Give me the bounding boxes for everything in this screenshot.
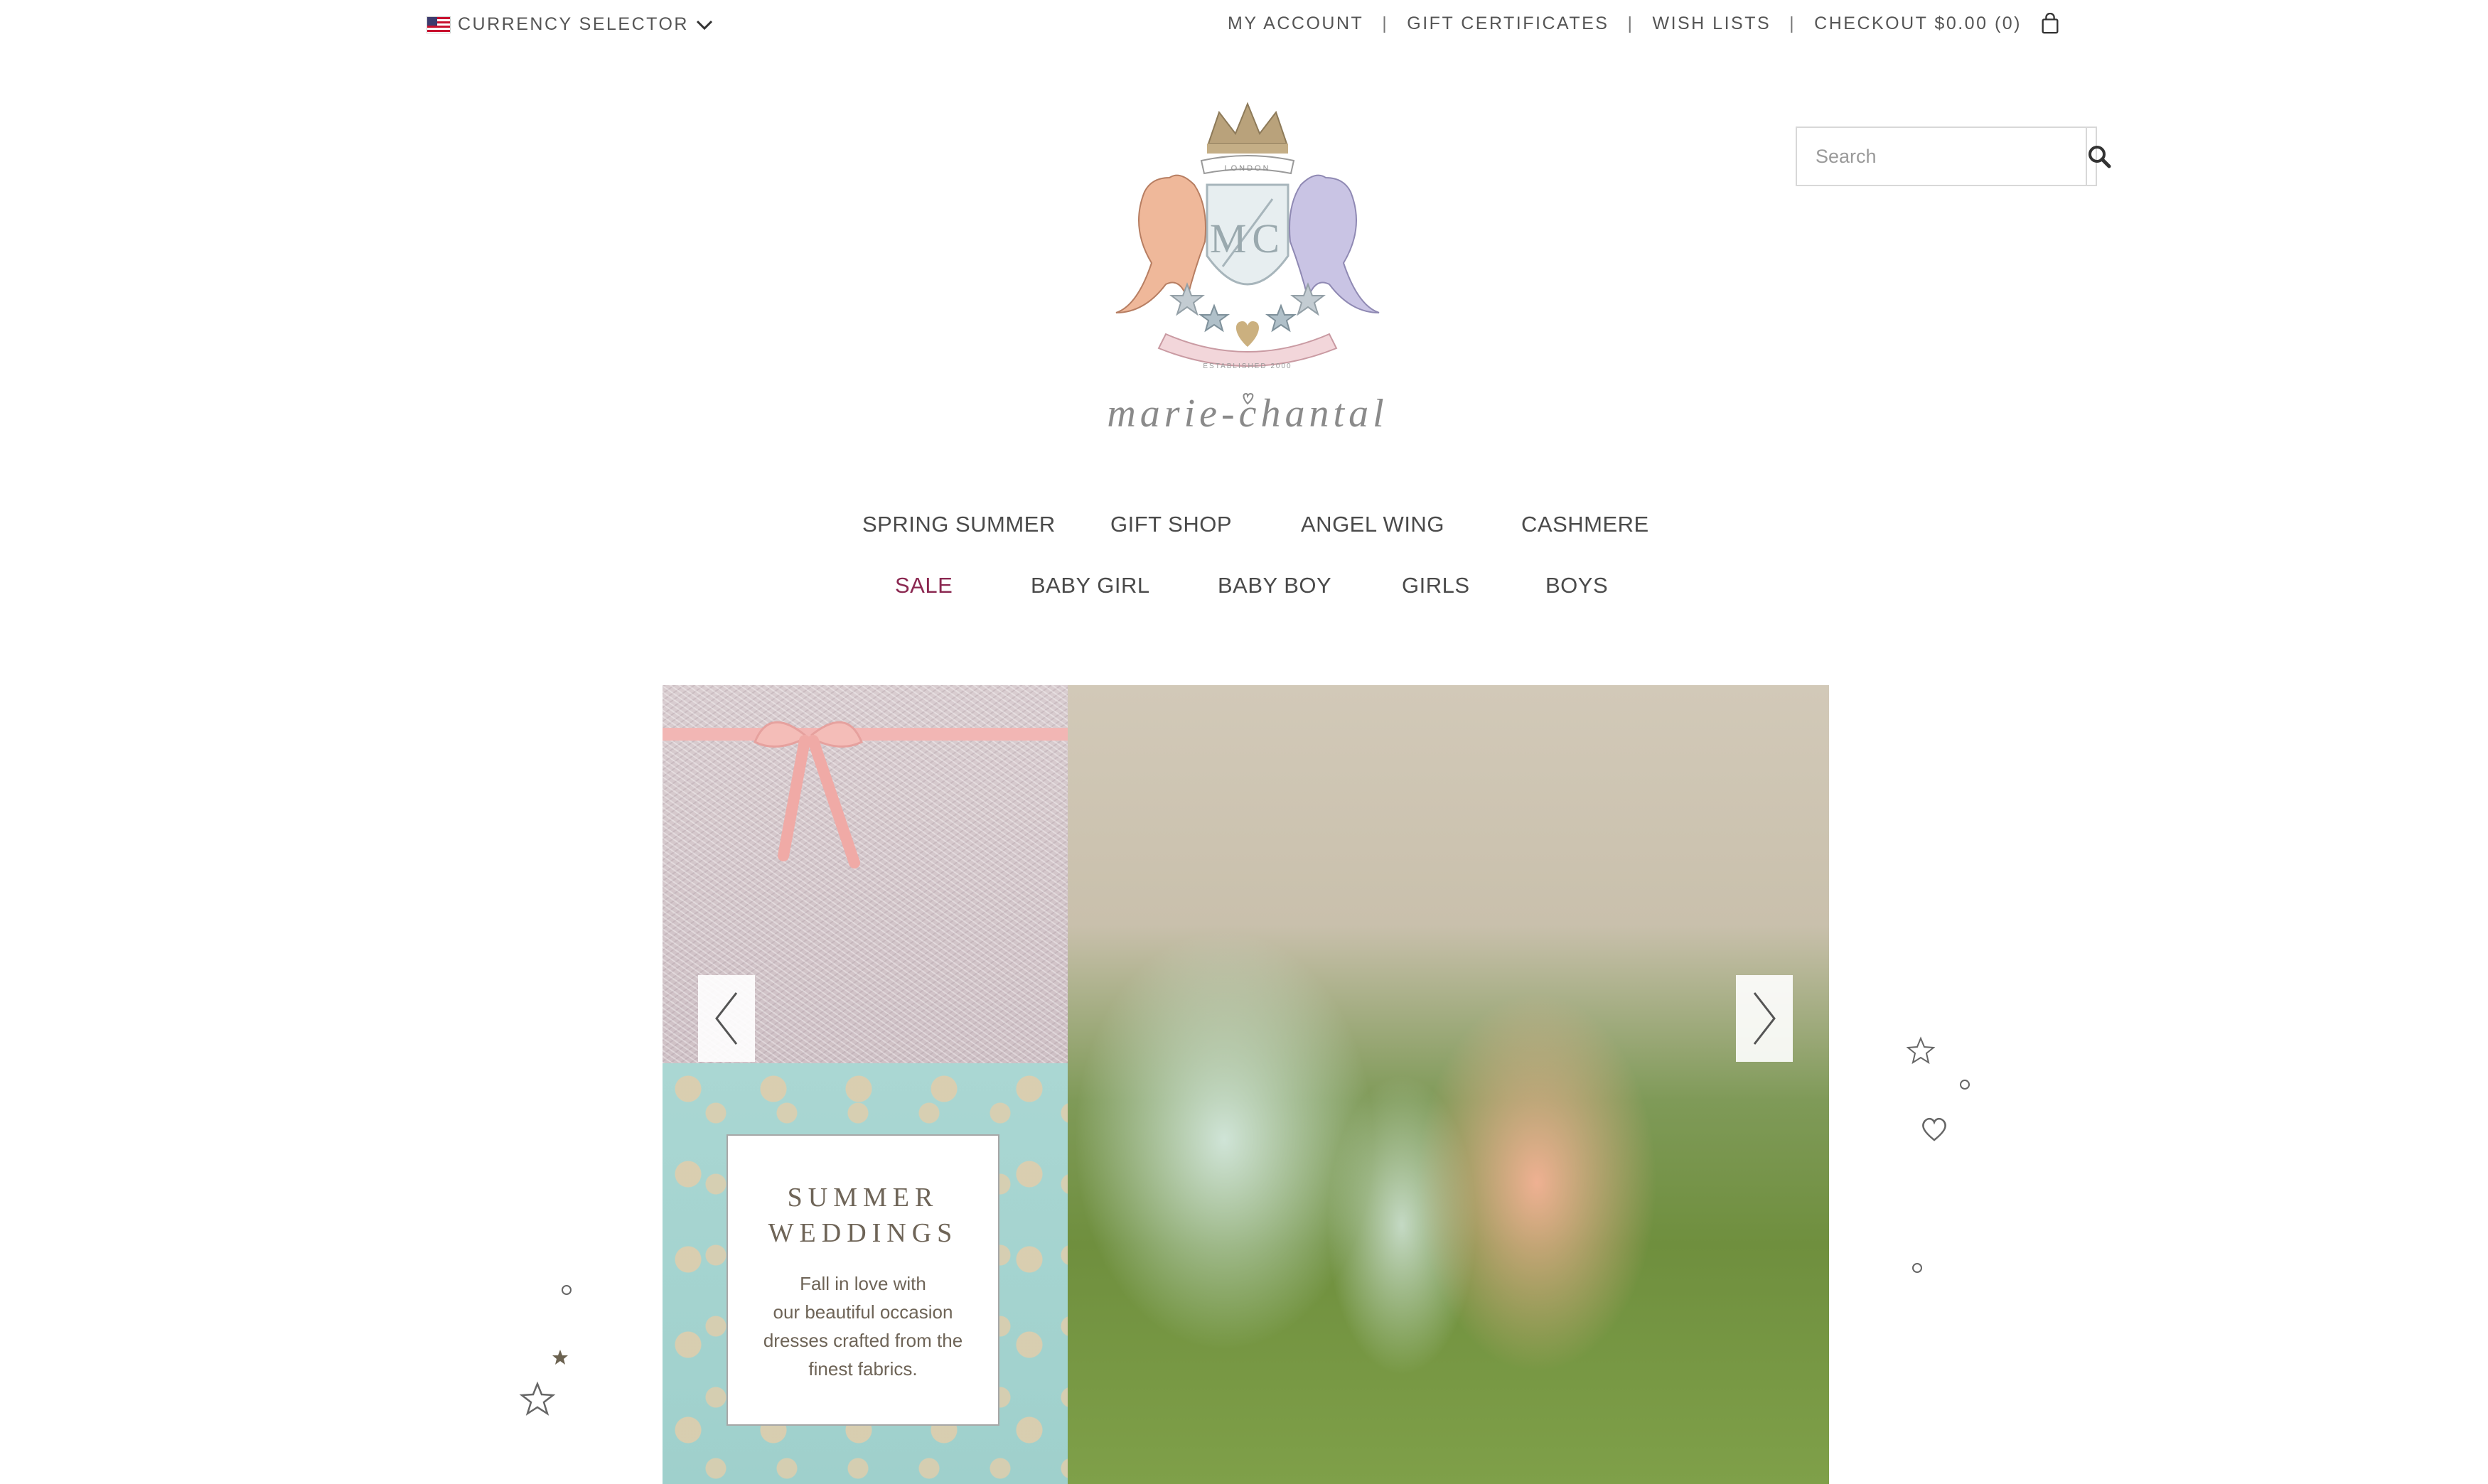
- shopping-bag-icon[interactable]: [2040, 13, 2060, 34]
- promo-body-line: finest fabrics.: [808, 1358, 918, 1380]
- my-account-link[interactable]: MY ACCOUNT: [1228, 14, 1363, 34]
- nav-gift-shop[interactable]: GIFT SHOP: [1110, 512, 1232, 537]
- crest-banner-text: LONDON: [1224, 164, 1270, 173]
- circle-icon: [1912, 1263, 1922, 1273]
- pink-bow-icon: [663, 721, 1068, 869]
- slider-prev-button[interactable]: [698, 975, 755, 1062]
- promo-body: Fall in love with our beautiful occasion…: [728, 1269, 998, 1383]
- nav-baby-girl[interactable]: BABY GIRL: [1031, 573, 1150, 598]
- crest-established-text: ESTABLISHED 2000: [1203, 362, 1292, 370]
- promo-body-line: dresses crafted from the: [763, 1330, 963, 1351]
- arrow-left-icon: [715, 992, 738, 1045]
- circle-icon: [562, 1285, 572, 1295]
- promo-card[interactable]: SUMMER WEDDINGS Fall in love with our be…: [726, 1134, 999, 1426]
- nav-spring-summer[interactable]: SPRING SUMMER: [862, 512, 1056, 537]
- chevron-down-icon: [696, 20, 713, 30]
- search-box: [1796, 127, 2111, 186]
- crest-monogram: MC: [1210, 215, 1285, 262]
- currency-selector-label: CURRENCY SELECTOR: [458, 14, 689, 34]
- utility-nav: MY ACCOUNT | GIFT CERTIFICATES | WISH LI…: [1228, 13, 2060, 34]
- nav-cashmere[interactable]: CASHMERE: [1521, 512, 1649, 537]
- search-icon: [2088, 146, 2111, 168]
- nav-boys[interactable]: BOYS: [1545, 573, 1608, 598]
- circle-icon: [1960, 1080, 1970, 1090]
- promo-body-line: our beautiful occasion: [773, 1301, 953, 1323]
- promo-title-line2: WEDDINGS: [768, 1218, 958, 1248]
- checkout-link[interactable]: CHECKOUT $0.00 (0): [1814, 14, 2022, 34]
- nav-angel-wing[interactable]: ANGEL WING: [1301, 512, 1444, 537]
- wish-lists-link[interactable]: WISH LISTS: [1652, 14, 1771, 34]
- star-outline-icon: [1907, 1036, 1935, 1065]
- promo-title: SUMMER WEDDINGS: [728, 1180, 998, 1251]
- heart-icon: [1922, 1117, 1946, 1141]
- currency-selector[interactable]: CURRENCY SELECTOR: [427, 14, 713, 35]
- nav-baby-boy[interactable]: BABY BOY: [1218, 573, 1331, 598]
- gift-certificates-link[interactable]: GIFT CERTIFICATES: [1407, 14, 1609, 34]
- nav-sale[interactable]: SALE: [895, 573, 953, 598]
- brand-script-name: marie-chantal: [1107, 392, 1388, 436]
- star-icon: [552, 1350, 568, 1365]
- separator: |: [1382, 13, 1389, 33]
- separator: |: [1627, 13, 1634, 33]
- flag-us-icon: [427, 16, 451, 33]
- children-dresses-photo: [1068, 685, 1829, 1484]
- search-button[interactable]: [2086, 128, 2111, 185]
- separator: |: [1789, 13, 1796, 33]
- search-input[interactable]: [1797, 128, 2086, 185]
- hero-slider[interactable]: SUMMER WEDDINGS Fall in love with our be…: [663, 685, 1829, 1484]
- star-outline-icon: [519, 1381, 556, 1416]
- slider-next-button[interactable]: [1736, 975, 1793, 1062]
- arrow-right-icon: [1753, 992, 1776, 1045]
- brand-logo[interactable]: LONDON MC ESTABLISHED 2000 marie-chantal: [1102, 100, 1393, 441]
- nav-girls[interactable]: GIRLS: [1402, 573, 1470, 598]
- promo-title-line1: SUMMER: [787, 1183, 939, 1213]
- promo-body-line: Fall in love with: [800, 1273, 926, 1294]
